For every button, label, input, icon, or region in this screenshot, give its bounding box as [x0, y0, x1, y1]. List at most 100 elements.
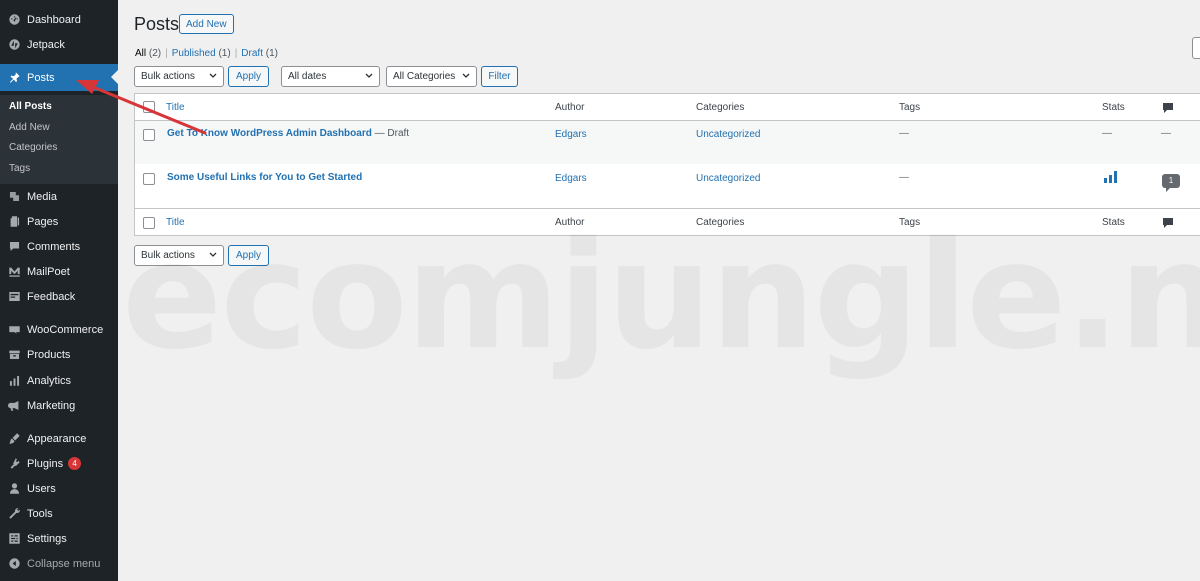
sidebar-item-tools[interactable]: Tools: [0, 501, 118, 526]
submenu-all-posts[interactable]: All Posts: [9, 101, 52, 112]
filter-draft-link[interactable]: Draft (1): [241, 48, 278, 59]
sidebar-item-label: Posts: [27, 71, 55, 84]
sidebar-item-label: Tools: [27, 507, 53, 520]
analytics-icon: [7, 374, 21, 388]
wrench-icon: [7, 507, 21, 521]
column-header-author: Author: [555, 102, 585, 113]
sidebar-item-jetpack[interactable]: Jetpack: [0, 32, 118, 57]
pin-icon: [7, 71, 21, 85]
filter-all-link[interactable]: All (2): [135, 48, 161, 59]
stats-bars-icon[interactable]: [1104, 171, 1117, 183]
comment-icon[interactable]: [1163, 218, 1173, 228]
filter-published-link[interactable]: Published (1): [172, 48, 231, 59]
sidebar-item-posts[interactable]: Posts: [0, 64, 118, 91]
products-icon: [7, 348, 21, 362]
sidebar-item-woocommerce[interactable]: WooCommerce: [0, 317, 118, 342]
sidebar-item-label: Settings: [27, 532, 67, 545]
settings-icon: [7, 532, 21, 546]
sidebar-item-label: Users: [27, 482, 56, 495]
post-title-link[interactable]: Get To Know WordPress Admin Dashboard: [167, 128, 372, 139]
table-row: Get To Know WordPress Admin Dashboard — …: [135, 121, 1200, 164]
table-row: Some Useful Links for You to Get Started…: [135, 164, 1200, 208]
sidebar-item-feedback[interactable]: Feedback: [0, 284, 118, 309]
separator: |: [234, 48, 238, 59]
sidebar-item-plugins[interactable]: Plugins 4: [0, 451, 118, 476]
megaphone-icon: [7, 399, 21, 413]
bulk-actions-select-top[interactable]: Bulk actions: [134, 66, 224, 87]
sidebar-item-comments[interactable]: Comments: [0, 234, 118, 259]
collapse-menu-button[interactable]: Collapse menu: [0, 551, 118, 576]
sidebar-item-label: Pages: [27, 215, 59, 228]
sidebar-item-analytics[interactable]: Analytics: [0, 368, 118, 393]
sidebar-item-settings[interactable]: Settings: [0, 526, 118, 551]
sidebar-item-label: Comments: [27, 240, 81, 253]
post-tags: —: [899, 128, 909, 139]
sidebar-item-dashboard[interactable]: Dashboard: [0, 7, 118, 32]
add-new-post-button[interactable]: Add New: [179, 14, 234, 34]
post-category-link[interactable]: Uncategorized: [696, 173, 760, 184]
column-header-stats: Stats: [1102, 102, 1125, 113]
admin-sidebar: Dashboard Jetpack Posts All Posts Add Ne…: [0, 0, 118, 581]
select-value: Bulk actions: [141, 71, 195, 82]
filter-button[interactable]: Filter: [481, 66, 518, 87]
row-checkbox[interactable]: [143, 129, 155, 141]
sidebar-item-label: Analytics: [27, 374, 72, 387]
count: (2): [148, 48, 162, 59]
column-footer-title[interactable]: Title: [166, 217, 185, 228]
sidebar-item-label: Feedback: [27, 290, 76, 303]
sidebar-item-label: Collapse menu: [27, 557, 101, 570]
sidebar-item-media[interactable]: Media: [0, 184, 118, 209]
comment-icon[interactable]: [1163, 103, 1173, 113]
chevron-down-icon: [209, 252, 217, 257]
dashboard-icon: [7, 13, 21, 27]
separator: |: [165, 48, 168, 59]
post-title: Get To Know WordPress Admin Dashboard — …: [167, 128, 409, 139]
select-value: Bulk actions: [141, 250, 195, 261]
sidebar-item-appearance[interactable]: Appearance: [0, 426, 118, 451]
submenu-add-new[interactable]: Add New: [9, 122, 50, 133]
sidebar-item-users[interactable]: Users: [0, 476, 118, 501]
comment-count-bubble[interactable]: 1: [1162, 174, 1180, 192]
plugins-icon: [7, 457, 21, 471]
apply-button-bottom[interactable]: Apply: [228, 245, 269, 266]
page-title: Posts: [134, 14, 180, 34]
column-header-title[interactable]: Title: [166, 102, 185, 113]
sidebar-item-mailpoet[interactable]: MailPoet: [0, 259, 118, 284]
column-footer-author: Author: [555, 217, 585, 228]
feedback-icon: [7, 290, 21, 304]
row-checkbox[interactable]: [143, 173, 155, 185]
select-all-checkbox[interactable]: [143, 101, 155, 113]
sidebar-item-label: Plugins: [27, 457, 64, 470]
media-icon: [7, 190, 21, 204]
sidebar-item-label: Dashboard: [27, 13, 81, 26]
collapse-icon: [7, 557, 21, 571]
table-header-row: Title Author Categories Tags Stats: [135, 94, 1200, 121]
users-icon: [7, 482, 21, 496]
posts-submenu: All Posts Add New Categories Tags: [0, 95, 118, 184]
search-box-edge[interactable]: [1192, 37, 1200, 59]
sidebar-item-marketing[interactable]: Marketing: [0, 393, 118, 418]
plugin-updates-badge: 4: [68, 457, 82, 470]
post-category-link[interactable]: Uncategorized: [696, 129, 760, 140]
main-content: Posts Add New All (2) | Published (1) | Draf…: [118, 0, 1200, 581]
sidebar-item-label: Marketing: [27, 399, 76, 412]
pages-icon: [7, 215, 21, 229]
active-menu-pointer: [111, 70, 118, 84]
posts-table: Title Author Categories Tags Stats Get T…: [134, 93, 1200, 236]
sidebar-item-label: Products: [27, 348, 71, 361]
date-filter-select[interactable]: All dates: [281, 66, 380, 87]
bulk-actions-select-bottom[interactable]: Bulk actions: [134, 245, 224, 266]
post-stats: —: [1102, 128, 1112, 139]
sidebar-item-products[interactable]: Products: [0, 342, 118, 367]
post-author-link[interactable]: Edgars: [555, 129, 587, 140]
sidebar-item-label: MailPoet: [27, 265, 70, 278]
submenu-categories[interactable]: Categories: [9, 142, 57, 153]
post-author-link[interactable]: Edgars: [555, 173, 587, 184]
category-filter-select[interactable]: All Categories: [386, 66, 477, 87]
select-all-checkbox[interactable]: [143, 217, 155, 229]
sidebar-item-label: WooCommerce: [27, 323, 104, 336]
post-title-link[interactable]: Some Useful Links for You to Get Started: [167, 172, 362, 183]
sidebar-item-pages[interactable]: Pages: [0, 209, 118, 234]
submenu-tags[interactable]: Tags: [9, 163, 30, 174]
apply-button-top[interactable]: Apply: [228, 66, 269, 87]
